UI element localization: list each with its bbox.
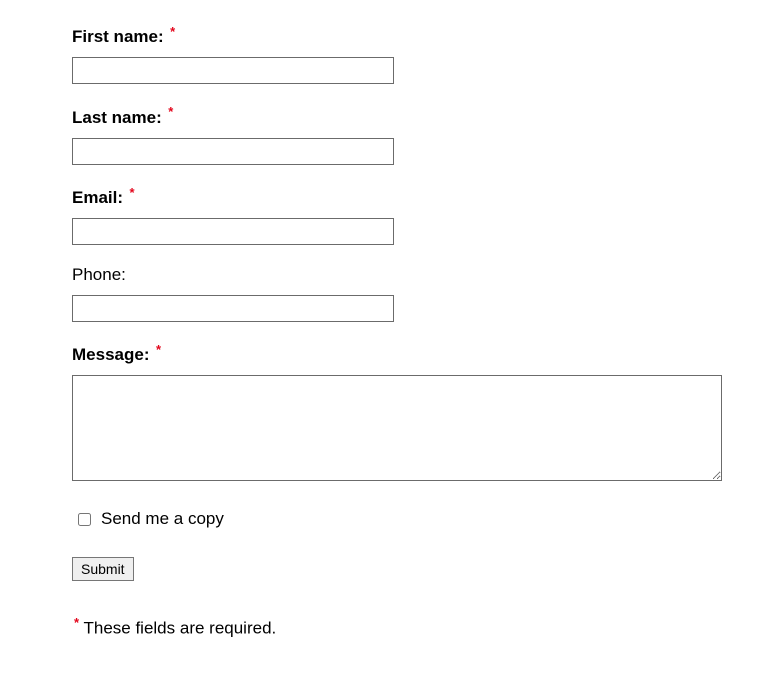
first-name-label: First name:	[72, 27, 164, 47]
footnote-text: These fields are required.	[79, 619, 276, 638]
send-copy-label: Send me a copy	[101, 509, 224, 529]
phone-input[interactable]	[72, 295, 394, 322]
required-icon: *	[168, 104, 173, 119]
last-name-input[interactable]	[72, 138, 394, 165]
contact-form: First name: * Last name: * Email: * Phon…	[72, 24, 712, 639]
last-name-label: Last name:	[72, 108, 162, 128]
first-name-input[interactable]	[72, 57, 394, 84]
send-copy-checkbox[interactable]	[78, 513, 91, 526]
field-last-name: Last name: *	[72, 104, 712, 164]
message-input[interactable]	[72, 375, 722, 481]
field-first-name: First name: *	[72, 24, 712, 84]
field-phone: Phone:	[72, 265, 712, 322]
required-icon: *	[156, 342, 161, 357]
required-footnote: * These fields are required.	[72, 615, 712, 639]
submit-button[interactable]: Submit	[72, 557, 134, 581]
required-icon: *	[170, 24, 175, 39]
email-input[interactable]	[72, 218, 394, 245]
required-icon: *	[129, 185, 134, 200]
copy-checkbox-row: Send me a copy	[78, 509, 712, 529]
message-label: Message:	[72, 345, 149, 365]
phone-label: Phone:	[72, 265, 126, 285]
field-message: Message: *	[72, 342, 712, 481]
field-email: Email: *	[72, 185, 712, 245]
email-label: Email:	[72, 188, 123, 208]
